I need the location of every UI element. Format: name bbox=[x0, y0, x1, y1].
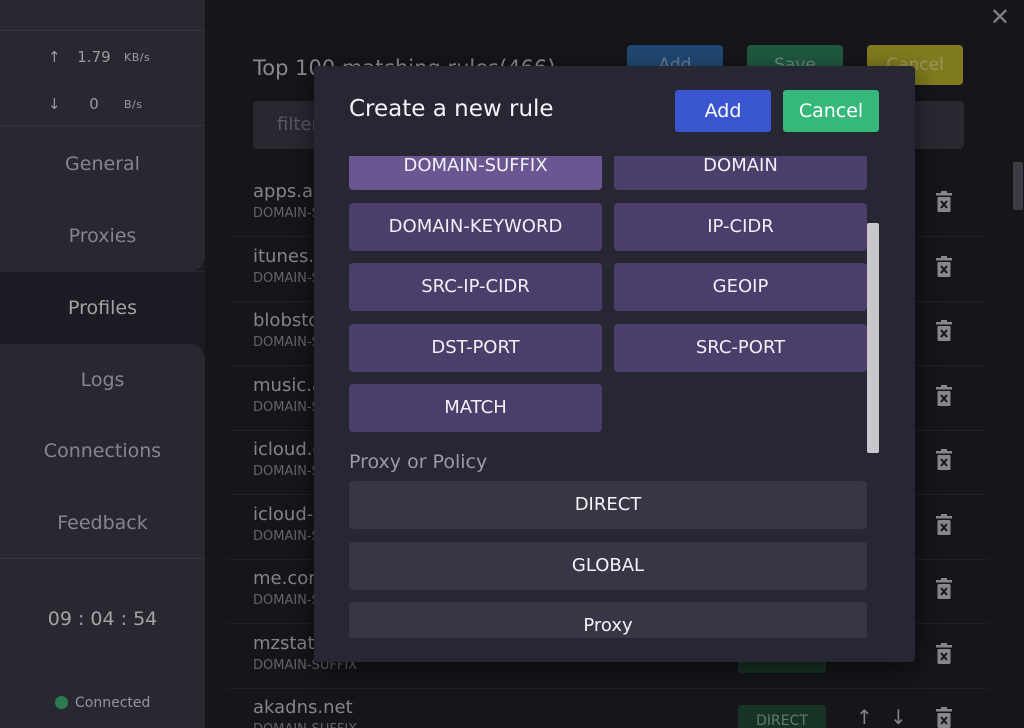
policy-section-label: Proxy or Policy bbox=[349, 451, 488, 473]
create-rule-dialog: Create a new rule Add Cancel DOMAIN-SUFF… bbox=[314, 66, 915, 662]
rule-type-option-dst-port[interactable]: DST-PORT bbox=[349, 323, 602, 372]
rule-type-option-match[interactable]: MATCH bbox=[349, 384, 602, 432]
rule-type-option-domain[interactable]: DOMAIN bbox=[614, 156, 867, 190]
dialog-scroll-area: DOMAIN-SUFFIX DOMAIN DOMAIN-KEYWORD IP-CIDR… bbox=[349, 156, 879, 638]
dialog-scrollbar[interactable] bbox=[867, 223, 879, 453]
policy-option-global[interactable]: GLOBAL bbox=[349, 541, 867, 590]
rule-type-option-ip-cidr[interactable]: IP-CIDR bbox=[614, 202, 867, 251]
dialog-cancel-button[interactable]: Cancel bbox=[783, 90, 879, 132]
dialog-add-button[interactable]: Add bbox=[675, 90, 771, 132]
dialog-title: Create a new rule bbox=[349, 96, 554, 122]
policy-option-direct[interactable]: DIRECT bbox=[349, 481, 867, 529]
rule-type-option-src-ip-cidr[interactable]: SRC-IP-CIDR bbox=[349, 263, 602, 311]
app-window: ↑ 1.79 KB/s ↓ 0 B/s General Proxies Prof… bbox=[0, 0, 1024, 728]
rule-type-option-domain-keyword[interactable]: DOMAIN-KEYWORD bbox=[349, 202, 602, 251]
rule-type-option-src-port[interactable]: SRC-PORT bbox=[614, 323, 867, 372]
policy-option-proxy[interactable]: Proxy bbox=[349, 602, 867, 638]
rule-type-option-geoip[interactable]: GEOIP bbox=[614, 263, 867, 311]
rule-type-option-domain-suffix[interactable]: DOMAIN-SUFFIX bbox=[349, 156, 602, 190]
